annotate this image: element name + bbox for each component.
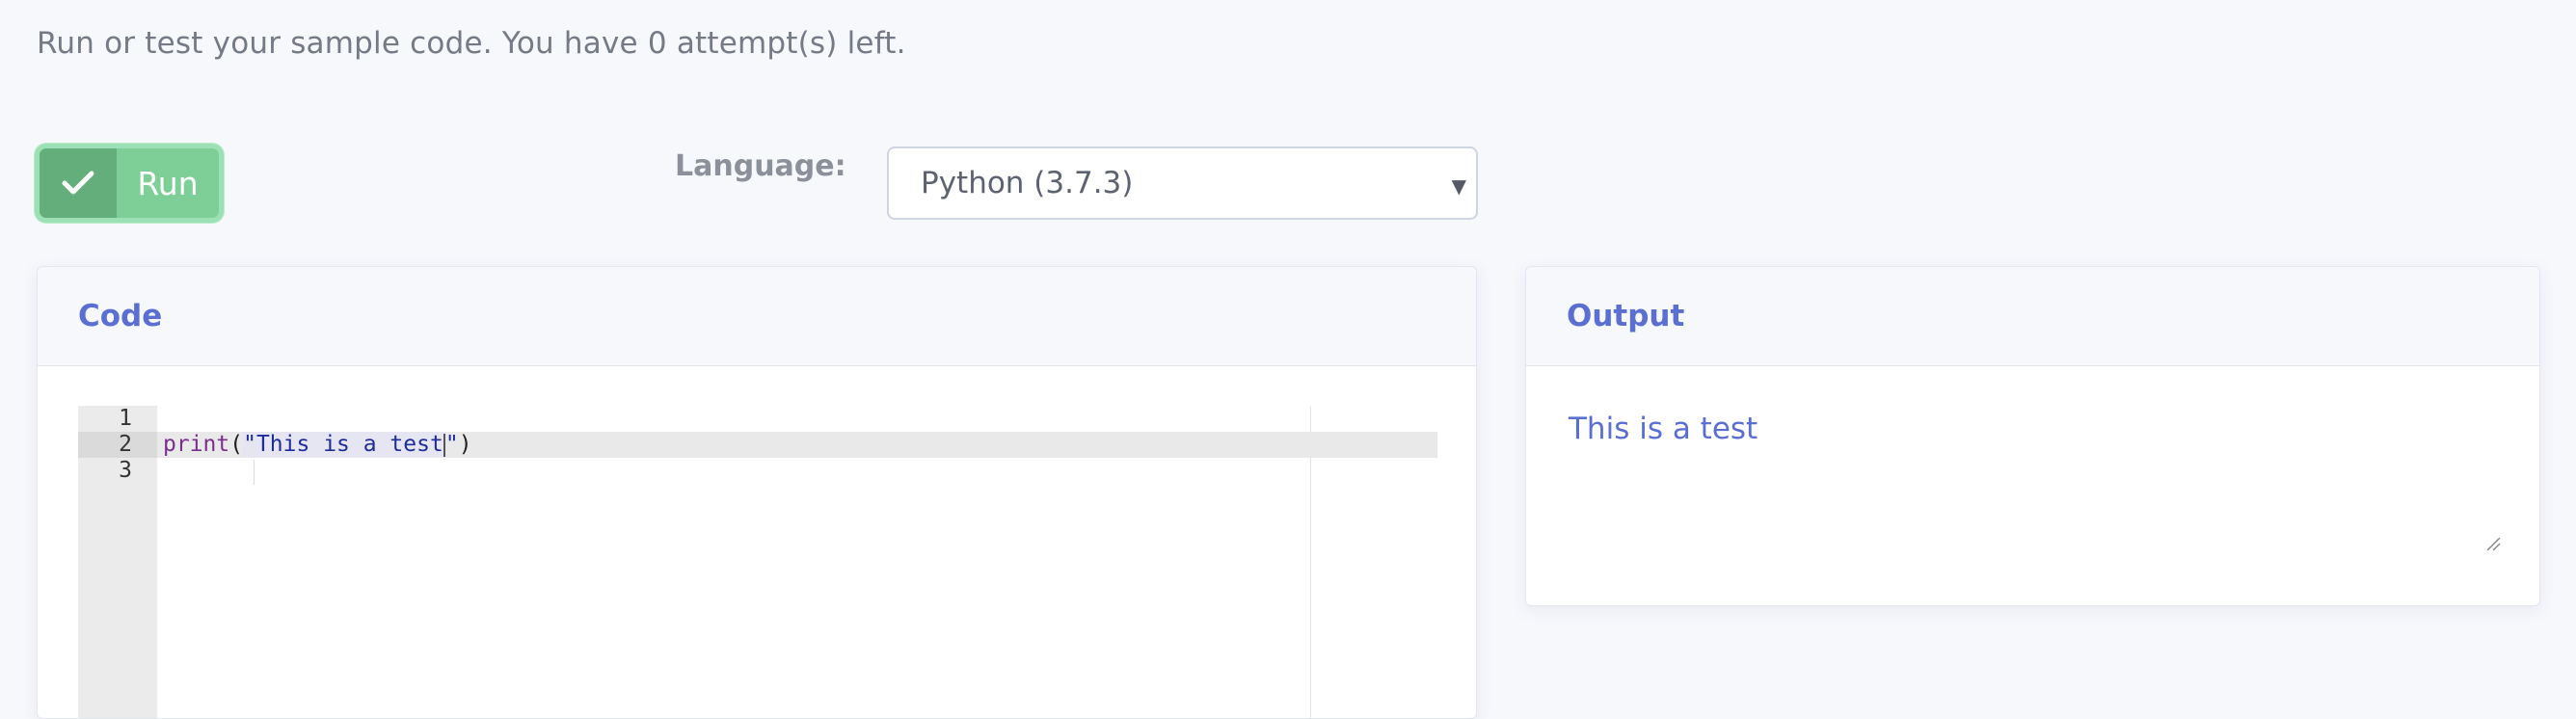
- run-button[interactable]: Run: [35, 144, 224, 223]
- line-number: 2: [78, 432, 157, 458]
- caret-down-icon: ▼: [1451, 174, 1466, 198]
- run-button-label: Run: [137, 164, 199, 202]
- code-panel: Code 1 2 print("This is a test") 3: [37, 266, 1477, 719]
- language-selected-value: Python (3.7.3): [921, 166, 1134, 200]
- code-token-paren: ): [458, 432, 472, 457]
- code-line-source: print("This is a test"): [163, 432, 472, 458]
- code-editor[interactable]: 1 2 print("This is a test") 3: [78, 406, 1437, 718]
- code-token-function: print: [163, 432, 230, 457]
- indent-guide: [254, 460, 255, 485]
- check-icon: [40, 148, 117, 218]
- line-number: 3: [119, 458, 132, 483]
- line-number: 1: [119, 406, 132, 431]
- code-line-active[interactable]: 2 print("This is a test"): [78, 432, 1437, 458]
- code-line[interactable]: 3: [78, 458, 1437, 484]
- language-select[interactable]: Python (3.7.3) ▼: [887, 146, 1478, 220]
- resize-grip-icon[interactable]: [2485, 536, 2501, 551]
- code-line[interactable]: 1: [78, 406, 1437, 432]
- code-token-paren: (: [229, 432, 244, 457]
- output-panel-title: Output: [1526, 267, 2539, 366]
- output-text: This is a test: [1569, 412, 1758, 446]
- output-panel: Output This is a test: [1525, 266, 2540, 606]
- attempts-info: Run or test your sample code. You have 0…: [37, 26, 906, 61]
- code-token-string: "This is a test: [243, 432, 443, 457]
- language-label: Language:: [675, 149, 846, 183]
- code-token-string-end: ": [444, 432, 459, 457]
- code-panel-title: Code: [38, 267, 1476, 366]
